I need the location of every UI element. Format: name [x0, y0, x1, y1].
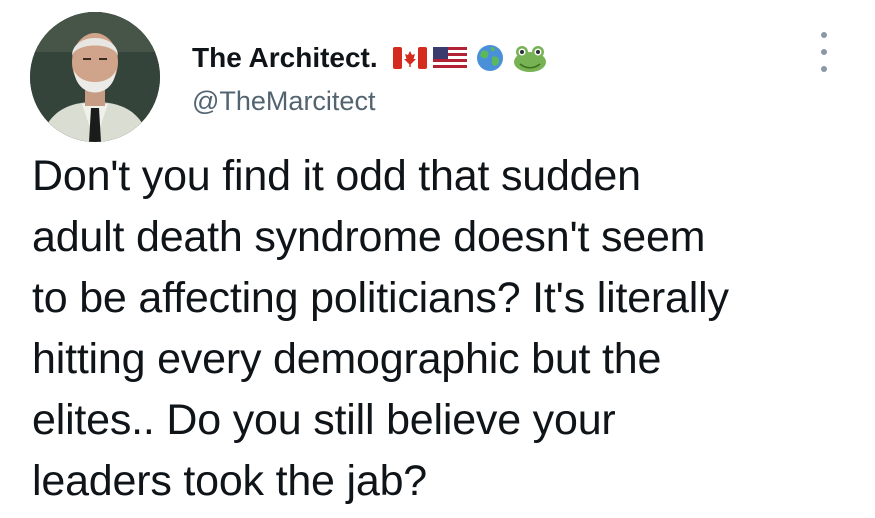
more-options-dots-icon[interactable]: [812, 32, 836, 72]
display-name[interactable]: The Architect.: [192, 42, 378, 74]
globe-earth-icon: [472, 43, 508, 73]
frog-face-icon: [512, 43, 548, 73]
avatar-image: [30, 12, 160, 142]
tweet-text: Don't you find it odd that sudden adult …: [32, 152, 729, 505]
name-row: The Architect.: [192, 38, 548, 78]
us-flag-icon: [432, 43, 468, 73]
tweet-card[interactable]: The Architect. @TheMarcitect Don't you f…: [0, 0, 875, 518]
avatar[interactable]: [30, 12, 160, 142]
tweet-header: The Architect. @TheMarcitect: [192, 38, 548, 117]
canada-flag-icon: [392, 43, 428, 73]
user-handle[interactable]: @TheMarcitect: [192, 86, 548, 117]
name-emojis: [392, 43, 548, 73]
